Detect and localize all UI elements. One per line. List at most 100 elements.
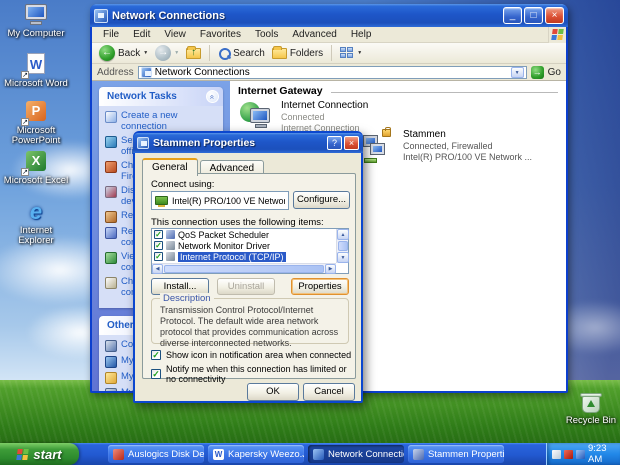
firewall-icon <box>105 161 117 173</box>
menu-help[interactable]: Help <box>344 29 379 40</box>
taskbar-button-kapersky-doc[interactable]: W Kapersky Weezo.JPG... <box>208 445 304 463</box>
up-button[interactable] <box>184 45 203 59</box>
back-button[interactable]: ← Back ▼ <box>97 45 150 61</box>
list-item-label-selected: Internet Protocol (TCP/IP) <box>178 251 286 262</box>
panel-title: Network Tasks <box>107 91 177 102</box>
menu-edit[interactable]: Edit <box>126 29 157 40</box>
properties-button[interactable]: Properties <box>291 278 349 295</box>
internet-connection-item[interactable]: Internet Connection Connected Internet C… <box>240 100 368 133</box>
connection-items-list[interactable]: ✓ QoS Packet Scheduler ✓ Network Monitor… <box>151 228 349 274</box>
taskbar-button-label: Network Connections <box>328 448 404 460</box>
configure-button[interactable]: Configure... <box>293 191 350 209</box>
vertical-scrollbar[interactable]: ▲ ▼ <box>336 229 349 263</box>
scroll-thumb[interactable] <box>338 241 348 251</box>
show-icon-checkbox[interactable]: ✓ Show icon in notification area when co… <box>151 350 351 360</box>
minimize-button[interactable]: _ <box>503 7 522 24</box>
close-button[interactable]: × <box>545 7 564 24</box>
menu-advanced[interactable]: Advanced <box>285 29 343 40</box>
lan-connection-item[interactable]: Stammen Connected, Firewalled Intel(R) P… <box>362 127 532 165</box>
menu-view[interactable]: View <box>157 29 193 40</box>
notify-limited-checkbox[interactable]: ✓ Notify me when this connection has lim… <box>151 364 355 384</box>
scroll-thumb[interactable] <box>164 264 324 273</box>
list-item-qos[interactable]: ✓ QoS Packet Scheduler <box>152 229 348 240</box>
checkbox-checked-icon[interactable]: ✓ <box>154 252 163 261</box>
address-dropdown-icon[interactable]: ▼ <box>510 66 524 78</box>
search-label: Search <box>233 47 265 59</box>
list-item-tcpip[interactable]: ✓ Internet Protocol (TCP/IP) <box>152 251 348 262</box>
new-connection-icon <box>105 111 117 123</box>
dialog-titlebar[interactable]: Stammen Properties ? × <box>133 133 363 153</box>
address-item-icon <box>140 66 152 78</box>
list-item-network-monitor[interactable]: ✓ Network Monitor Driver <box>152 240 348 251</box>
go-icon[interactable]: → <box>530 65 544 79</box>
sidebar-item-create-connection[interactable]: Create a new connection <box>105 110 220 132</box>
forward-button[interactable]: → ▼ <box>153 45 181 61</box>
desktop-icon-my-computer[interactable]: My Computer <box>3 3 69 39</box>
help-button[interactable]: ? <box>327 136 342 150</box>
folders-button[interactable]: Folders <box>270 45 325 59</box>
word-doc-icon: W <box>213 448 224 460</box>
desktop-icon-internet-explorer[interactable]: e Internet Explorer <box>3 200 69 246</box>
chevron-up-icon[interactable]: » <box>206 90 219 103</box>
repair-icon <box>105 211 117 223</box>
checkbox-checked-icon[interactable]: ✓ <box>154 241 163 250</box>
views-dropdown-icon[interactable]: ▼ <box>357 50 362 56</box>
window-icon <box>94 8 108 23</box>
views-button[interactable]: ▼ <box>338 47 364 59</box>
antivirus-tray-icon[interactable] <box>564 449 573 459</box>
uninstall-button[interactable]: Uninstall <box>217 278 275 295</box>
go-label[interactable]: Go <box>548 67 561 78</box>
desktop-icon-recycle-bin[interactable]: Recycle Bin <box>558 390 620 426</box>
desktop-icon-word[interactable]: W ↗ Microsoft Word <box>3 53 69 89</box>
taskbar-button-label: Auslogics Disk Defrag <box>128 448 204 460</box>
window-titlebar[interactable]: Network Connections _ □ × <box>90 4 568 27</box>
adapter-name: Intel(R) PRO/100 VE Network Conne <box>172 195 285 206</box>
menu-tools[interactable]: Tools <box>248 29 285 40</box>
start-button[interactable]: start <box>0 443 79 465</box>
scroll-up-icon[interactable]: ▲ <box>337 229 349 240</box>
network-adapter-icon <box>155 196 168 207</box>
scroll-left-icon[interactable]: ◀ <box>152 263 163 274</box>
cancel-button[interactable]: Cancel <box>303 383 355 401</box>
start-label: start <box>33 446 62 462</box>
taskbar-button-network-connections[interactable]: Network Connections <box>308 445 404 463</box>
tab-general[interactable]: General <box>142 158 198 176</box>
desktop-icon-excel[interactable]: X ↗ Microsoft Excel <box>3 150 69 186</box>
taskbar-button-auslogics[interactable]: Auslogics Disk Defrag <box>108 445 204 463</box>
scroll-right-icon[interactable]: ▶ <box>325 263 336 274</box>
checkbox-checked-icon[interactable]: ✓ <box>151 369 161 379</box>
description-groupbox: Description Transmission Control Protoco… <box>151 293 349 348</box>
volume-icon[interactable] <box>552 449 561 459</box>
checkbox-checked-icon[interactable]: ✓ <box>154 230 163 239</box>
taskbar-button-stammen-properties[interactable]: Stammen Properties <box>408 445 504 463</box>
connect-using-label: Connect using: <box>151 179 215 190</box>
internet-explorer-icon: e <box>29 199 43 224</box>
horizontal-scrollbar[interactable]: ◀ ▶ <box>152 263 336 274</box>
adapter-field[interactable]: Intel(R) PRO/100 VE Network Conne <box>151 191 289 210</box>
change-settings-icon <box>105 277 117 289</box>
my-documents-icon <box>105 372 117 384</box>
forward-dropdown-icon[interactable]: ▼ <box>174 50 179 56</box>
excel-icon: X ↗ <box>21 150 49 176</box>
maximize-button[interactable]: □ <box>524 7 543 24</box>
dialog-icon <box>137 137 149 149</box>
scroll-down-icon[interactable]: ▼ <box>337 252 349 263</box>
dialog-close-button[interactable]: × <box>344 136 359 150</box>
checkbox-checked-icon[interactable]: ✓ <box>151 350 161 360</box>
network-tasks-header[interactable]: Network Tasks » <box>99 87 223 106</box>
list-item-label: Network Monitor Driver <box>178 240 271 251</box>
search-icon <box>218 47 232 60</box>
windows-flag-icon <box>16 448 31 460</box>
menu-favorites[interactable]: Favorites <box>193 29 248 40</box>
menu-file[interactable]: File <box>96 29 126 40</box>
connection-status: Connected <box>281 112 325 122</box>
folders-label: Folders <box>289 47 324 59</box>
back-dropdown-icon[interactable]: ▼ <box>143 50 148 56</box>
section-header: Internet Gateway <box>238 85 323 97</box>
search-button[interactable]: Search <box>216 47 267 60</box>
stammen-properties-icon <box>413 448 424 460</box>
ok-button[interactable]: OK <box>247 383 299 401</box>
address-input[interactable]: Network Connections ▼ <box>137 65 527 79</box>
network-tray-icon[interactable] <box>576 449 585 459</box>
desktop-icon-powerpoint[interactable]: P ↗ Microsoft PowerPoint <box>3 100 69 146</box>
